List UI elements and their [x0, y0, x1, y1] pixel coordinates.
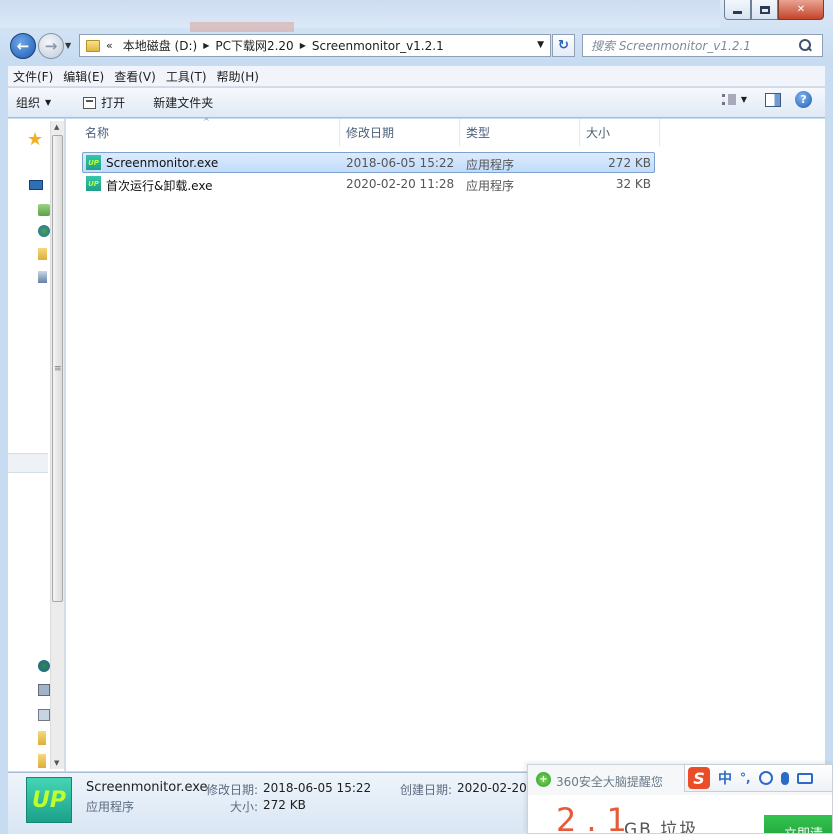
file-name: Screenmonitor.exe — [106, 156, 219, 170]
scroll-up-icon[interactable]: ▲ — [54, 123, 59, 131]
search-icon[interactable] — [797, 38, 813, 54]
input-method-toolbar[interactable]: S 中 °, — [684, 764, 833, 792]
file-date: 2018-06-05 15:22 — [346, 156, 455, 170]
homegroup-icon[interactable] — [38, 225, 50, 237]
file-row[interactable]: UP Screenmonitor.exe 2018-06-05 15:22 应用… — [82, 152, 655, 173]
nav-pane-splitter[interactable] — [8, 453, 48, 473]
help-icon[interactable]: ? — [795, 91, 812, 108]
ime-punctuation-toggle[interactable]: °, — [740, 771, 751, 785]
folder-icon — [86, 39, 100, 52]
column-header-date[interactable]: 修改日期 — [340, 119, 460, 146]
breadcrumb-item[interactable]: PC下载网2.20 — [209, 37, 299, 54]
breadcrumb-item[interactable]: 本地磁盘 (D:) — [117, 37, 203, 54]
forward-arrow-icon: → — [44, 37, 58, 55]
column-header-size[interactable]: 大小 — [580, 119, 660, 146]
details-modified-value: 2018-06-05 15:22 — [263, 781, 372, 795]
file-list: ^ 名称 修改日期 类型 大小 UP Screenmonitor.exe 201… — [66, 117, 825, 771]
emoji-icon[interactable] — [758, 771, 773, 785]
folder-icon[interactable] — [38, 754, 46, 768]
scroll-down-icon[interactable]: ▼ — [54, 759, 59, 767]
exe-file-large-icon: UP — [26, 777, 72, 823]
back-arrow-icon: ← — [16, 37, 30, 55]
details-file-kind: 应用程序 — [86, 800, 135, 814]
new-folder-button[interactable]: 新建文件夹 — [145, 91, 221, 115]
minimize-button[interactable] — [724, 0, 751, 20]
column-header-type[interactable]: 类型 — [460, 119, 580, 146]
file-row[interactable]: UP 首次运行&卸载.exe 2020-02-20 11:28 应用程序 32 … — [82, 173, 655, 194]
details-created-value: 2020-02-20 — [457, 781, 527, 795]
search-input[interactable] — [583, 35, 797, 56]
junk-size-unit: GB 垃圾 — [624, 820, 699, 834]
folder-icon[interactable] — [38, 248, 47, 260]
new-folder-label: 新建文件夹 — [153, 96, 214, 110]
clean-now-button[interactable]: 立即清 — [764, 815, 832, 833]
dropdown-arrow-icon: ▼ — [45, 98, 52, 107]
network-icon[interactable] — [38, 660, 50, 672]
exe-file-icon: UP — [86, 176, 101, 191]
forward-button[interactable]: → — [38, 33, 64, 59]
file-type: 应用程序 — [466, 179, 515, 193]
keyboard-icon[interactable] — [796, 772, 813, 784]
folder-icon[interactable] — [38, 731, 46, 745]
details-file-name: Screenmonitor.exe — [86, 780, 208, 795]
360-shield-icon: + — [536, 772, 551, 787]
command-bar: 组织 ▼ 打开 新建文件夹 ▼ ? — [8, 88, 825, 118]
file-size: 32 KB — [615, 177, 651, 191]
preview-pane-icon[interactable] — [765, 92, 781, 107]
menu-view[interactable]: 查看(V) — [109, 68, 161, 85]
microphone-icon[interactable] — [780, 771, 789, 785]
address-dropdown-icon[interactable]: ▼ — [537, 40, 544, 50]
nav-scrollbar[interactable]: ▲ ≡ ▼ — [50, 121, 64, 769]
back-button[interactable]: ← — [10, 33, 36, 59]
computer-icon[interactable] — [38, 271, 47, 283]
maximize-button[interactable] — [751, 0, 778, 20]
library-icon[interactable] — [38, 204, 50, 216]
file-name: 首次运行&卸载.exe — [106, 179, 213, 193]
explorer-window: ✕ ← → ▼ « 本地磁盘 (D:) ▶ PC下载网2.20 ▶ Screen… — [0, 0, 833, 834]
navigation-pane: ★ ▲ ≡ ▼ — [8, 119, 65, 771]
open-label: 打开 — [101, 96, 126, 110]
menu-tools[interactable]: 工具(T) — [161, 68, 212, 85]
file-date: 2020-02-20 11:28 — [346, 177, 455, 191]
refresh-icon: ↻ — [558, 38, 569, 53]
organize-button[interactable]: 组织 ▼ — [8, 91, 59, 115]
menu-help[interactable]: 帮助(H) — [212, 68, 264, 85]
sogou-logo-icon[interactable]: S — [688, 767, 710, 789]
organize-label: 组织 — [16, 96, 41, 110]
refresh-button[interactable]: ↻ — [552, 34, 575, 57]
open-button[interactable]: 打开 — [75, 91, 133, 115]
popup-title: 360安全大脑提醒您 — [556, 775, 663, 789]
close-button[interactable]: ✕ — [778, 0, 824, 20]
minimize-icon — [733, 11, 742, 14]
details-modified-label: 修改日期: — [206, 783, 259, 797]
menu-bar: 文件(F) 编辑(E) 查看(V) 工具(T) 帮助(H) — [8, 66, 825, 87]
details-size-value: 272 KB — [263, 798, 306, 812]
exe-file-icon: UP — [86, 155, 101, 170]
drive-icon[interactable] — [38, 684, 50, 696]
breadcrumb-overflow[interactable]: « — [104, 39, 113, 52]
details-created-label: 创建日期: — [400, 783, 453, 797]
ime-language-toggle[interactable]: 中 — [718, 768, 732, 788]
title-bar: ✕ — [0, 0, 833, 28]
details-size-label: 大小: — [230, 800, 259, 814]
open-icon — [83, 96, 97, 109]
scroll-grip-icon: ≡ — [54, 364, 62, 374]
column-header-name[interactable]: 名称 — [79, 119, 340, 146]
close-icon: ✕ — [796, 4, 806, 15]
recent-pages-dropdown[interactable]: ▼ — [65, 41, 71, 50]
file-type: 应用程序 — [466, 158, 515, 172]
search-box[interactable] — [582, 34, 823, 57]
file-size: 272 KB — [608, 156, 651, 170]
desktop-icon[interactable] — [29, 180, 43, 190]
menu-file[interactable]: 文件(F) — [8, 68, 58, 85]
menu-edit[interactable]: 编辑(E) — [58, 68, 109, 85]
drive-icon[interactable] — [38, 709, 50, 721]
favorites-star-icon[interactable]: ★ — [27, 131, 45, 149]
breadcrumb-item[interactable]: Screenmonitor_v1.2.1 — [306, 39, 450, 53]
view-dropdown-icon[interactable]: ▼ — [741, 95, 747, 104]
maximize-icon — [759, 5, 770, 14]
view-options-icon[interactable] — [721, 94, 736, 105]
address-bar[interactable]: « 本地磁盘 (D:) ▶ PC下载网2.20 ▶ Screenmonitor_… — [79, 34, 551, 57]
